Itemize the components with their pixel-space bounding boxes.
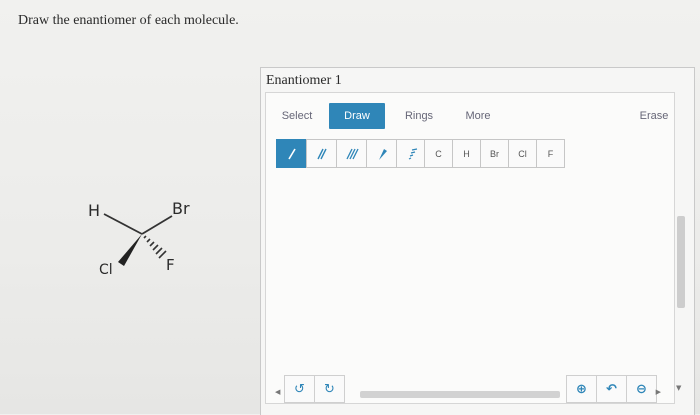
- scroll-down-arrow-icon[interactable]: ▼: [676, 384, 681, 392]
- erase-button[interactable]: Erase: [636, 103, 672, 129]
- bond-br: [141, 215, 173, 235]
- drawing-canvas[interactable]: [266, 203, 674, 403]
- sketcher-toolbar: Select Draw Rings More Erase: [266, 93, 674, 131]
- double-bond-icon: [316, 148, 327, 159]
- atom-label-h: H: [88, 201, 101, 220]
- tab-select[interactable]: Select: [276, 103, 318, 129]
- vertical-scroll-thumb[interactable]: [677, 216, 685, 308]
- panel-title: Enantiomer 1: [266, 73, 342, 88]
- bond-tools: [276, 139, 427, 168]
- answer-panel: Enantiomer 1 Select Draw Rings More Eras…: [260, 67, 695, 415]
- hash-bond-f: [143, 235, 167, 259]
- atom-label-cl: Cl: [99, 262, 113, 278]
- triple-bond-button[interactable]: [336, 139, 367, 168]
- hash-bond-icon: [408, 147, 417, 160]
- question-prompt: Draw the enantiomer of each molecule.: [18, 13, 239, 28]
- triple-bond-icon: [345, 148, 359, 159]
- scroll-right-arrow-icon[interactable]: ▶: [656, 388, 661, 396]
- wedge-bond-cl: [118, 234, 142, 266]
- given-molecule: H Br Cl F: [80, 192, 210, 292]
- tab-more[interactable]: More: [458, 103, 498, 129]
- single-bond-icon: [287, 148, 296, 159]
- atom-button-cl[interactable]: Cl: [508, 139, 537, 168]
- atom-button-f[interactable]: F: [536, 139, 565, 168]
- scroll-left-arrow-icon[interactable]: ◀: [275, 388, 280, 396]
- atom-label-f: F: [166, 256, 175, 274]
- horizontal-scrollbar[interactable]: ◀ ▶: [265, 388, 673, 400]
- hash-bond-button[interactable]: [396, 139, 427, 168]
- single-bond-button[interactable]: [276, 139, 307, 168]
- vertical-scrollbar[interactable]: ▼: [674, 96, 688, 402]
- wedge-bond-icon: [378, 148, 387, 160]
- tab-draw[interactable]: Draw: [329, 103, 385, 129]
- tab-rings[interactable]: Rings: [399, 103, 439, 129]
- bond-h: [103, 213, 143, 235]
- wedge-bond-button[interactable]: [366, 139, 397, 168]
- atom-button-h[interactable]: H: [452, 139, 481, 168]
- atom-button-c[interactable]: C: [424, 139, 453, 168]
- atom-label-br: Br: [172, 199, 190, 218]
- atom-tools: C H Br Cl F: [424, 139, 565, 168]
- atom-button-br[interactable]: Br: [480, 139, 509, 168]
- sketcher: Select Draw Rings More Erase C H Br Cl F…: [265, 92, 675, 404]
- horizontal-scroll-thumb[interactable]: [360, 391, 560, 398]
- double-bond-button[interactable]: [306, 139, 337, 168]
